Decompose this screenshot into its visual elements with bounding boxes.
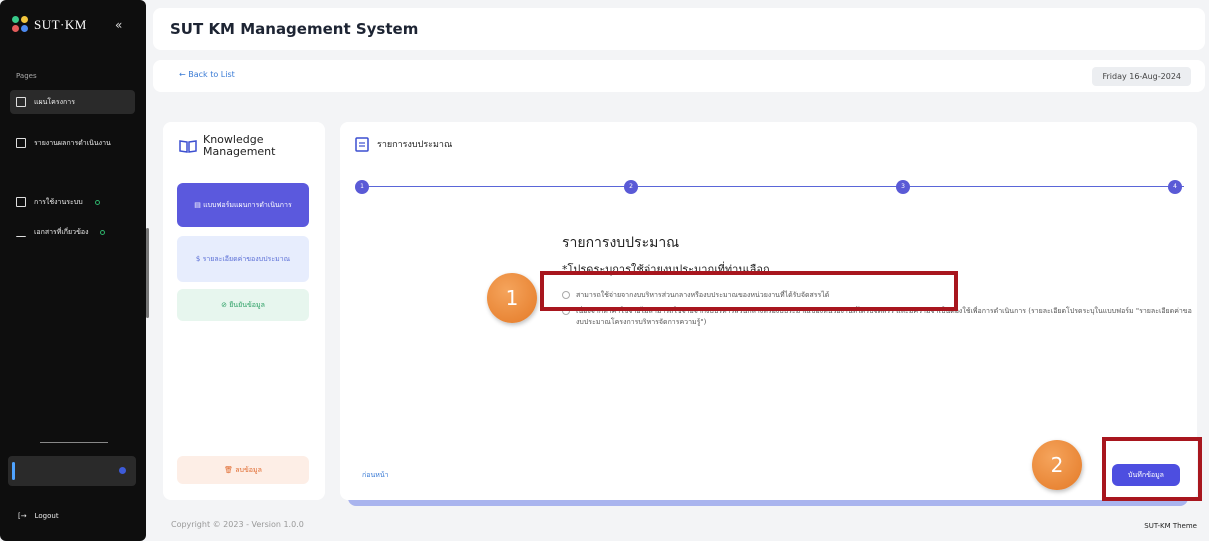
- logout-icon: [→: [18, 512, 27, 520]
- logo-text: SUT·KM: [34, 17, 87, 32]
- check-circle-icon: ⊘: [221, 301, 230, 309]
- step-confirm[interactable]: ⊘ ยืนยันข้อมูล: [177, 289, 309, 321]
- previous-button[interactable]: ก่อนหน้า: [362, 470, 389, 481]
- layout-icon: [16, 197, 26, 207]
- logo[interactable]: SUT·KM: [12, 16, 87, 34]
- highlight-box-option: [540, 271, 958, 311]
- sidebar-item-label: เอกสารที่เกี่ยวข้อง: [34, 227, 89, 236]
- status-dot-icon: [100, 229, 106, 235]
- sidebar-item-label: การใช้งานระบบ: [34, 197, 83, 206]
- book-icon: [179, 140, 197, 153]
- logo-icon: [12, 16, 30, 34]
- stepper-step-2[interactable]: 2: [624, 180, 638, 194]
- logout-button[interactable]: [→ Logout: [18, 512, 59, 520]
- sub-bar: ← Back to List Friday 16-Aug-2024: [153, 60, 1205, 92]
- stepper-step-4[interactable]: 4: [1168, 180, 1182, 194]
- stepper-line: [362, 186, 1184, 187]
- form-title: รายการงบประมาณ: [562, 235, 680, 251]
- highlight-box-save: [1102, 437, 1202, 501]
- km-header: Knowledge Management: [179, 134, 275, 158]
- stepper-step-3[interactable]: 3: [896, 180, 910, 194]
- top-bar: SUT KM Management System: [153, 8, 1205, 50]
- step-budget-detail[interactable]: $ รายละเอียดค่าของบประมาณ: [177, 236, 309, 282]
- pages-section-label: Pages: [16, 72, 37, 80]
- step-label: แบบฟอร์มแผนการดำเนินการ: [203, 201, 292, 209]
- user-profile[interactable]: [8, 456, 136, 486]
- sidebar-scrollbar[interactable]: [146, 228, 149, 318]
- user-status-icon: [119, 467, 126, 474]
- step-badge-2: 2: [1032, 440, 1082, 490]
- copyright-text: Copyright © 2023 - Version 1.0.0: [171, 520, 304, 529]
- sidebar-item-project-plan[interactable]: แผนโครงการ: [10, 90, 135, 114]
- back-to-list-link[interactable]: ← Back to List: [179, 70, 235, 79]
- user-indicator: [12, 462, 15, 480]
- steps-panel: Knowledge Management ▤ แบบฟอร์มแผนการดำเ…: [163, 122, 325, 500]
- step-label: รายละเอียดค่าของบประมาณ: [202, 255, 291, 263]
- step-badge-1: 1: [487, 273, 537, 323]
- sidebar-item-report[interactable]: รายงานผลการดำเนินงาน: [10, 131, 135, 155]
- clipboard-icon: [355, 137, 369, 152]
- theme-label: SUT-KM Theme: [1144, 522, 1197, 530]
- logout-label: Logout: [34, 512, 59, 520]
- collapse-sidebar-icon[interactable]: «: [115, 18, 122, 32]
- dollar-icon: $: [195, 255, 203, 263]
- sidebar-item-label: แผนโครงการ: [34, 97, 75, 106]
- sidebar-divider: [40, 442, 108, 443]
- km-title-line2: Management: [203, 145, 276, 158]
- download-icon: [16, 227, 26, 237]
- form-icon: ▤: [194, 201, 204, 209]
- card-title: รายการงบประมาณ: [377, 140, 453, 150]
- table-icon: [16, 97, 26, 107]
- report-icon: [16, 138, 26, 148]
- sidebar-item-documents[interactable]: เอกสารที่เกี่ยวข้อง: [10, 220, 135, 244]
- delete-button[interactable]: 🗑 ลบข้อมูล: [177, 456, 309, 484]
- sidebar-item-system-usage[interactable]: การใช้งานระบบ: [10, 190, 135, 214]
- date-badge: Friday 16-Aug-2024: [1092, 67, 1191, 86]
- stepper-step-1[interactable]: 1: [355, 180, 369, 194]
- trash-icon: 🗑: [224, 466, 236, 474]
- sidebar-item-label: รายงานผลการดำเนินงาน: [34, 138, 111, 147]
- step-label: ยืนยันข้อมูล: [229, 301, 265, 309]
- step-plan-form[interactable]: ▤ แบบฟอร์มแผนการดำเนินการ: [177, 183, 309, 227]
- card-header: รายการงบประมาณ: [355, 136, 452, 152]
- page-title: SUT KM Management System: [170, 20, 419, 38]
- delete-label: ลบข้อมูล: [235, 466, 262, 474]
- status-dot-icon: [94, 199, 100, 205]
- sidebar: SUT·KM « Pages แผนโครงการ รายงานผลการดำเ…: [0, 0, 146, 541]
